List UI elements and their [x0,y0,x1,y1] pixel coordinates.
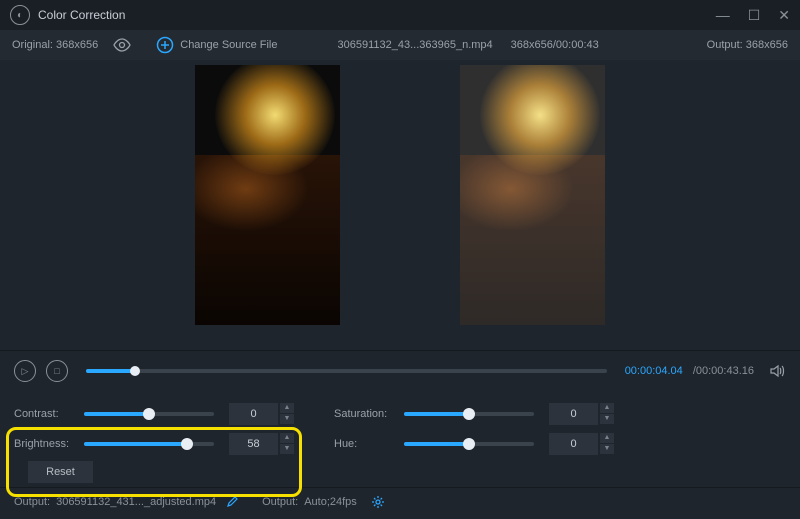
brightness-step-up[interactable]: ▲ [280,433,294,443]
stop-button[interactable]: □ [46,360,68,382]
output-info-bar: Output: 306591132_431..._adjusted.mp4 Ou… [0,487,800,516]
output-format: Auto;24fps [304,496,357,508]
playback-bar: ▷ □ 00:00:04.04/00:00:43.16 [0,350,800,391]
toggle-preview-icon[interactable] [113,38,131,52]
close-button[interactable]: ✕ [778,7,790,24]
window-title: Color Correction [38,8,125,22]
brightness-step-down[interactable]: ▼ [280,444,294,454]
app-logo-icon: ◐ [10,5,30,25]
hue-slider[interactable] [404,442,534,446]
info-bar: Original: 368x656 Change Source File 306… [0,30,800,60]
maximize-button[interactable]: ☐ [748,7,761,24]
current-time: 00:00:04.04 [625,365,683,377]
titlebar: ◐ Color Correction ― ☐ ✕ [0,0,800,30]
saturation-step-up[interactable]: ▲ [600,403,614,413]
preview-original [195,65,340,325]
color-controls: Contrast: ▲▼ Saturation: ▲▼ Brightness: … [0,391,800,487]
original-dimensions: 368x656 [56,39,98,51]
contrast-slider[interactable] [84,412,214,416]
source-filename: 306591132_43...363965_n.mp4 [337,39,492,51]
hue-step-up[interactable]: ▲ [600,433,614,443]
play-button[interactable]: ▷ [14,360,36,382]
contrast-step-up[interactable]: ▲ [280,403,294,413]
brightness-label: Brightness: [14,438,84,450]
total-time: /00:00:43.16 [693,365,754,377]
output-dimensions: 368x656 [746,39,788,51]
brightness-slider[interactable] [84,442,214,446]
preview-area [0,60,800,350]
source-dim-duration: 368x656/00:00:43 [511,39,599,51]
hue-step-down[interactable]: ▼ [600,444,614,454]
saturation-value[interactable] [549,403,598,425]
saturation-step-down[interactable]: ▼ [600,414,614,424]
window-controls: ― ☐ ✕ [716,7,790,24]
saturation-label: Saturation: [334,408,404,420]
change-source-link[interactable]: Change Source File [180,39,277,51]
output-filename: 306591132_431..._adjusted.mp4 [56,496,216,508]
reset-button[interactable]: Reset [28,461,93,483]
hue-label: Hue: [334,438,404,450]
contrast-step-down[interactable]: ▼ [280,414,294,424]
preview-output [460,65,605,325]
output-format-label: Output: [262,496,298,508]
add-source-icon[interactable] [156,36,174,54]
original-label: Original: [12,39,53,51]
output-file-label: Output: [14,496,50,508]
hue-value[interactable] [549,433,598,455]
brightness-value[interactable] [229,433,278,455]
saturation-slider[interactable] [404,412,534,416]
output-label: Output: [707,39,743,51]
volume-icon[interactable] [770,364,786,378]
minimize-button[interactable]: ― [716,7,730,24]
edit-filename-icon[interactable] [226,496,238,508]
contrast-value[interactable] [229,403,278,425]
seek-slider[interactable] [86,369,607,373]
contrast-label: Contrast: [14,408,84,420]
output-settings-icon[interactable] [371,495,385,509]
